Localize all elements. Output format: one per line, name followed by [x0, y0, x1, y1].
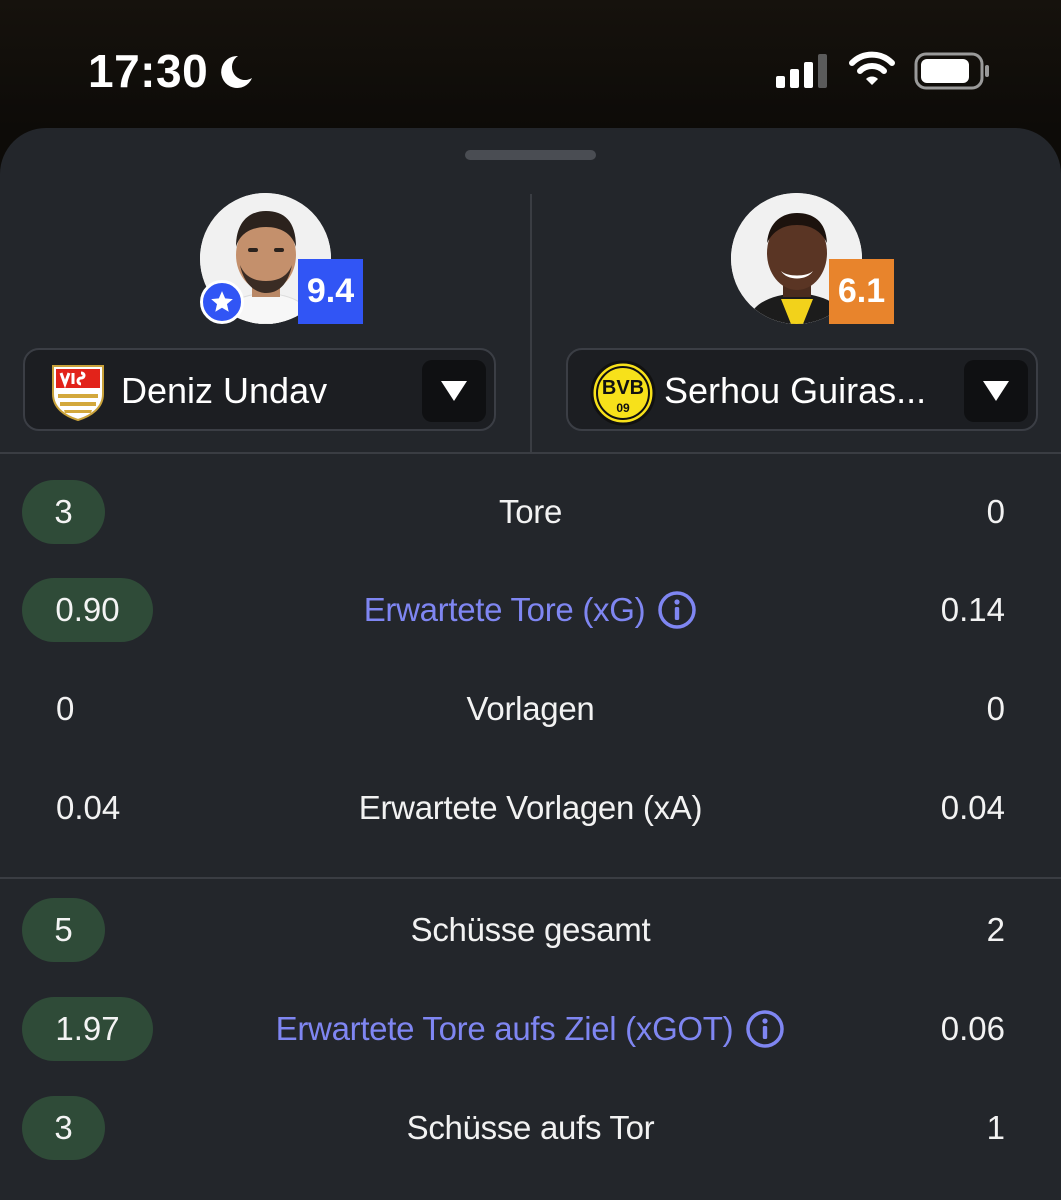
- wifi-icon: [849, 51, 895, 85]
- star-player-icon: [200, 280, 244, 324]
- status-bar: 17:30: [0, 0, 1061, 128]
- stat-label: Schüsse gesamt: [410, 911, 651, 948]
- stat-label-link[interactable]: Erwartete Tore aufs Ziel (xGOT): [0, 994, 1061, 1064]
- player-selector-right[interactable]: BVB 09 Serhou Guiras...: [566, 348, 1038, 431]
- stat-row-xa: 0.04 Erwartete Vorlagen (xA) 0.04: [0, 773, 1061, 843]
- stat-value-right: 0: [986, 690, 1005, 727]
- player-name-right: Serhou Guiras...: [664, 370, 927, 411]
- stat-row-tore: 3 Tore 0: [0, 477, 1061, 547]
- stat-label: Tore: [499, 493, 562, 530]
- stat-label: Vorlagen: [466, 690, 595, 727]
- stat-value-right: 0.14: [940, 591, 1005, 628]
- info-icon[interactable]: [657, 590, 697, 630]
- bvb-crest-icon: BVB 09: [590, 360, 656, 426]
- stat-label: Schüsse aufs Tor: [406, 1109, 655, 1146]
- player-selector-left[interactable]: Deniz Undav: [23, 348, 496, 431]
- section-divider: [0, 452, 1061, 454]
- player-dropdown-left[interactable]: [422, 360, 486, 422]
- stat-value-right: 0.04: [940, 789, 1005, 826]
- stat-value-right: 0.06: [940, 1010, 1005, 1047]
- stat-value-right: 2: [986, 911, 1005, 948]
- dropdown-triangle-icon: [983, 381, 1009, 401]
- stat-row-xg[interactable]: 0.90 Erwartete Tore (xG) 0.14: [0, 575, 1061, 645]
- info-icon[interactable]: [745, 1009, 785, 1049]
- player-divider: [530, 194, 532, 452]
- stat-value-right: 0: [986, 493, 1005, 530]
- signal-icon: [776, 54, 827, 88]
- stat-label-text: Erwartete Tore aufs Ziel (xGOT): [275, 1010, 734, 1047]
- dropdown-triangle-icon: [441, 381, 467, 401]
- stat-row-schuesse-gesamt: 5 Schüsse gesamt 2: [0, 895, 1061, 965]
- stat-value-right: 1: [986, 1109, 1005, 1146]
- player-rating-right: 6.1: [829, 259, 894, 324]
- moon-icon: [221, 55, 252, 88]
- player-name-left: Deniz Undav: [121, 370, 328, 411]
- player-comparison-sheet: 9.4 6.1 Deniz Undav BVB 09 Serhou Guiras…: [0, 128, 1061, 1200]
- stat-row-vorlagen: 0 Vorlagen 0: [0, 674, 1061, 744]
- stat-row-xgot[interactable]: 1.97 Erwartete Tore aufs Ziel (xGOT) 0.0…: [0, 994, 1061, 1064]
- player-dropdown-right[interactable]: [964, 360, 1028, 422]
- vfb-stuttgart-crest-icon: [52, 365, 104, 422]
- player-rating-left: 9.4: [298, 259, 363, 324]
- battery-icon: [914, 52, 989, 90]
- section-divider: [0, 877, 1061, 879]
- stat-row-schuesse-aufs-tor: 3 Schüsse aufs Tor 1: [0, 1093, 1061, 1163]
- sheet-grabber[interactable]: [465, 150, 596, 160]
- stat-label-text: Erwartete Tore (xG): [363, 591, 646, 628]
- status-time: 17:30: [88, 45, 209, 97]
- svg-text:BVB: BVB: [602, 377, 644, 399]
- svg-text:09: 09: [616, 401, 630, 415]
- stat-label-link[interactable]: Erwartete Tore (xG): [0, 575, 1061, 645]
- stat-label: Erwartete Vorlagen (xA): [358, 789, 703, 826]
